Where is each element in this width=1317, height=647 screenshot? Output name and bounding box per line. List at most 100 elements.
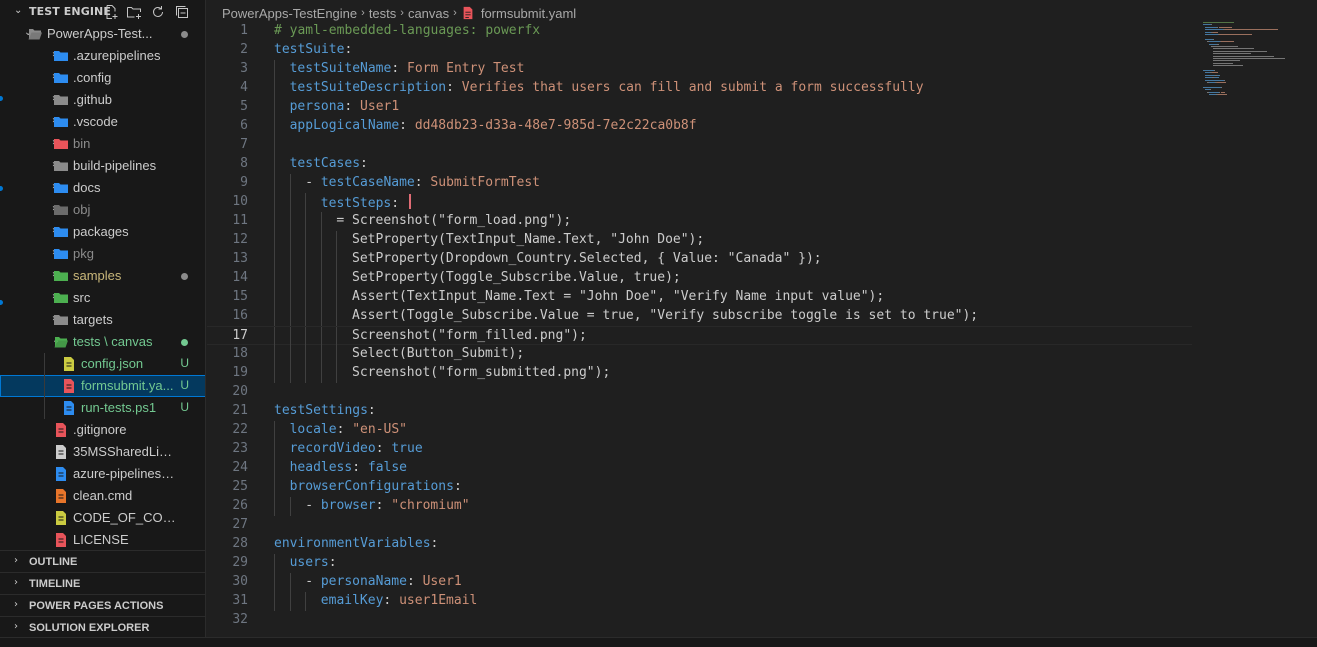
indent-guide [320, 345, 322, 364]
folder-item-0[interactable]: ⌄ PowerApps-Test... [0, 23, 205, 45]
file-item-20[interactable]: azure-pipelines.yml [0, 463, 205, 485]
code-token-plain: SetProperty(TextInput_Name.Text, "John D… [352, 232, 705, 247]
git-status-badge: U [180, 356, 189, 370]
minimap[interactable] [1203, 22, 1303, 102]
code-line[interactable]: 16 Assert(Toggle_Subscribe.Value = true, … [207, 307, 1192, 326]
code-line[interactable]: 14 SetProperty(Toggle_Subscribe.Value, tr… [207, 269, 1192, 288]
folder-item-10[interactable]: ›pkg [0, 243, 205, 265]
code-line[interactable]: 30 - personaName: User1 [207, 573, 1192, 592]
folder-item-7[interactable]: ›docs [0, 177, 205, 199]
code-line[interactable]: 23 recordVideo: true [207, 440, 1192, 459]
folder-item-4[interactable]: ›.vscode [0, 111, 205, 133]
code-line[interactable]: 17 Screenshot("form_filled.png"); [207, 326, 1192, 346]
code-line[interactable]: 3 testSuiteName: Form Entry Test [207, 60, 1192, 79]
code-token-plain: Screenshot("form_submitted.png"); [352, 365, 611, 380]
code-line[interactable]: 5 persona: User1 [207, 98, 1192, 117]
section-outline[interactable]: › OUTLINE [0, 550, 205, 572]
code-line[interactable]: 29 users: [207, 554, 1192, 573]
code-line[interactable]: 9 - testCaseName: SubmitFormTest [207, 174, 1192, 193]
folder-item-14[interactable]: ⌄tests \ canvas [0, 331, 205, 353]
code-line[interactable]: 21 testSettings: [207, 402, 1192, 421]
collapse-all-icon[interactable] [174, 4, 190, 20]
folder-item-8[interactable]: ›obj [0, 199, 205, 221]
indent-guide [320, 269, 322, 288]
file-item-18[interactable]: .gitignore [0, 419, 205, 441]
file-item-16[interactable]: formsubmit.ya... U [0, 375, 205, 397]
indent-guide [289, 307, 291, 326]
breadcrumb-item-tests[interactable]: tests [369, 6, 396, 21]
breadcrumb-item-repo[interactable]: PowerApps-TestEngine [222, 6, 357, 21]
minimap-line [1223, 79, 1225, 81]
breadcrumb-item-file[interactable]: formsubmit.yaml [481, 6, 576, 21]
code-line[interactable]: 19 Screenshot("form_submitted.png"); [207, 364, 1192, 383]
tree-item-label: formsubmit.ya... [81, 378, 174, 393]
new-file-icon[interactable] [103, 4, 119, 20]
code-text: testSteps: [321, 194, 411, 211]
folder-item-13[interactable]: ›targets [0, 309, 205, 331]
tree-item-label: PowerApps-Test... [47, 26, 153, 41]
code-line[interactable]: 13 SetProperty(Dropdown_Country.Selected,… [207, 250, 1192, 269]
folder-item-5[interactable]: ›bin [0, 133, 205, 155]
file-item-23[interactable]: LICENSE [0, 529, 205, 551]
code-line[interactable]: 11 = Screenshot("form_load.png"); [207, 212, 1192, 231]
explorer-header[interactable]: ⌄ TEST ENGINE [0, 0, 205, 23]
explorer-sidebar: ⌄ TEST ENGINE ⌄PowerApps-Test...›.azurep… [0, 0, 206, 637]
file-item-17[interactable]: run-tests.ps1 U [0, 397, 205, 419]
code-line[interactable]: 27 [207, 516, 1192, 535]
code-line[interactable]: 4 testSuiteDescription: Verifies that use… [207, 79, 1192, 98]
code-token-plain: : [406, 574, 423, 589]
folder-item-11[interactable]: ›samples [0, 265, 205, 287]
code-line[interactable]: 26 - browser: "chromium" [207, 497, 1192, 516]
code-line[interactable]: 2 testSuite: [207, 41, 1192, 60]
folder-item-12[interactable]: ›src [0, 287, 205, 309]
line-number: 30 [232, 574, 248, 589]
code-line[interactable]: 6 appLogicalName: dd48db23-d33a-48e7-985d… [207, 117, 1192, 136]
config-folder-icon [53, 70, 69, 86]
code-token-val: SubmitFormTest [430, 175, 540, 190]
code-line[interactable]: 7 [207, 136, 1192, 155]
code-line[interactable]: 15 Assert(TextInput_Name.Text = "John Doe… [207, 288, 1192, 307]
minimap-line [1217, 43, 1219, 45]
indent-guide [336, 269, 338, 288]
file-item-22[interactable]: CODE_OF_CONDUCT... [0, 507, 205, 529]
section-solution-explorer[interactable]: › SOLUTION EXPLORER [0, 616, 205, 637]
github-folder-icon [53, 92, 69, 108]
breadcrumb-item-canvas[interactable]: canvas [408, 6, 449, 21]
file-item-15[interactable]: config.json U [0, 353, 205, 375]
code-line[interactable]: 24 headless: false [207, 459, 1192, 478]
file-item-21[interactable]: clean.cmd [0, 485, 205, 507]
vscode-folder-icon [53, 114, 69, 130]
folder-item-2[interactable]: ›.config [0, 67, 205, 89]
code-line[interactable]: 31 emailKey: user1Email [207, 592, 1192, 611]
code-line[interactable]: 22 locale: "en-US" [207, 421, 1192, 440]
new-folder-icon[interactable] [126, 4, 142, 20]
indent-guide [274, 421, 275, 440]
refresh-icon[interactable] [150, 4, 166, 20]
code-line[interactable]: 10 testSteps: [207, 193, 1192, 212]
section-timeline[interactable]: › TIMELINE [0, 572, 205, 594]
code-line[interactable]: 20 [207, 383, 1192, 402]
powershell-file-icon [61, 400, 77, 416]
code-line[interactable]: 1 # yaml-embedded-languages: powerfx [207, 22, 1192, 41]
code-line[interactable]: 32 [207, 611, 1192, 630]
code-line[interactable]: 28 environmentVariables: [207, 535, 1192, 554]
code-line[interactable]: 18 Select(Button_Submit); [207, 345, 1192, 364]
code-line[interactable]: 12 SetProperty(TextInput_Name.Text, "John… [207, 231, 1192, 250]
code-line[interactable]: 8 testCases: [207, 155, 1192, 174]
indent-guide [274, 459, 275, 478]
code-line[interactable]: 25 browserConfigurations: [207, 478, 1192, 497]
indent-guide [274, 345, 275, 364]
folder-item-9[interactable]: ›packages [0, 221, 205, 243]
file-item-19[interactable]: 35MSSharedLib1024.... [0, 441, 205, 463]
code-editor[interactable]: PowerApps-TestEngine › tests › canvas › … [207, 0, 1317, 637]
indent-guide [289, 573, 291, 592]
folder-item-6[interactable]: ›build-pipelines [0, 155, 205, 177]
chevron-down-icon[interactable]: ⌄ [14, 5, 24, 17]
code-token-plain: - [305, 498, 321, 513]
section-power-pages-actions[interactable]: › POWER PAGES ACTIONS [0, 594, 205, 616]
indent-guide [274, 497, 275, 516]
line-number: 24 [232, 460, 248, 475]
indent-guide [305, 288, 307, 307]
folder-item-3[interactable]: ›.github [0, 89, 205, 111]
folder-item-1[interactable]: ›.azurepipelines [0, 45, 205, 67]
